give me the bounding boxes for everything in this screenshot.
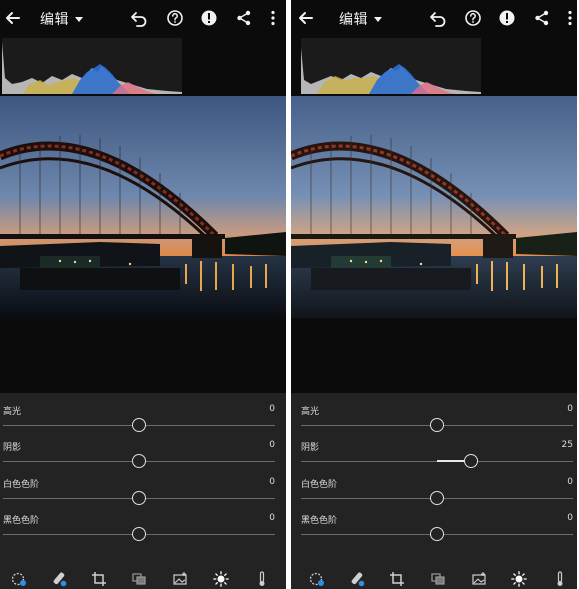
slider-label: 高光: [301, 407, 320, 417]
top-bar: 编辑: [291, 0, 577, 36]
histogram: [2, 38, 182, 94]
slider-label: 高光: [3, 407, 22, 417]
color-temp-icon[interactable]: [254, 571, 270, 587]
slider-blacks[interactable]: 黑色色阶 0: [291, 513, 577, 549]
crop-icon[interactable]: [389, 571, 405, 587]
slider-value: 0: [269, 404, 275, 414]
help-icon[interactable]: [166, 9, 184, 27]
edit-screen-before: 编辑 高光 0 阴影 0 白色色阶 0 黑色色阶 0: [0, 0, 286, 589]
light-adjust-panel: 高光 0 阴影 25 白色色阶 0 黑色色阶 0: [291, 393, 577, 589]
heal-brush-icon[interactable]: [51, 571, 67, 587]
slider-highlights[interactable]: 高光 0: [291, 404, 577, 440]
slider-thumb[interactable]: [430, 527, 444, 541]
page-title: 编辑: [40, 12, 69, 28]
slider-thumb[interactable]: [430, 491, 444, 505]
undo-icon[interactable]: [429, 9, 447, 27]
slider-whites[interactable]: 白色色阶 0: [291, 477, 577, 513]
slider-label: 阴影: [301, 443, 320, 453]
slider-thumb[interactable]: [132, 527, 146, 541]
crop-icon[interactable]: [91, 571, 107, 587]
chevron-down-icon: [75, 16, 83, 22]
slider-value: 0: [269, 477, 275, 487]
selective-icon[interactable]: [172, 571, 188, 587]
slider-value: 0: [269, 513, 275, 523]
share-icon[interactable]: [235, 9, 253, 27]
slider-thumb[interactable]: [430, 418, 444, 432]
back-arrow-icon[interactable]: [4, 9, 22, 27]
slider-blacks[interactable]: 黑色色阶 0: [0, 513, 286, 549]
slider-shadows[interactable]: 阴影 0: [0, 440, 286, 476]
slider-label: 黑色色阶: [3, 516, 40, 526]
help-icon[interactable]: [464, 9, 482, 27]
slider-label: 白色色阶: [301, 480, 338, 490]
slider-thumb[interactable]: [132, 454, 146, 468]
back-arrow-icon[interactable]: [297, 9, 315, 27]
slider-value: 0: [567, 513, 573, 523]
slider-label: 阴影: [3, 443, 22, 453]
layers-icon[interactable]: [131, 571, 147, 587]
selective-icon[interactable]: [471, 571, 487, 587]
presets-icon[interactable]: [309, 571, 325, 587]
edit-screen-after: 编辑 高光 0 阴影 25 白色色阶 0 黑色色阶 0: [291, 0, 577, 589]
slider-thumb[interactable]: [132, 491, 146, 505]
slider-value: 0: [567, 404, 573, 414]
slider-thumb[interactable]: [464, 454, 478, 468]
presets-icon[interactable]: [11, 571, 27, 587]
slider-label: 白色色阶: [3, 480, 40, 490]
bottom-toolbar: [291, 567, 577, 589]
more-vert-icon[interactable]: [565, 9, 575, 27]
alert-icon[interactable]: [200, 9, 218, 27]
alert-icon[interactable]: [498, 9, 516, 27]
top-bar: 编辑: [0, 0, 286, 36]
chevron-down-icon: [374, 16, 382, 22]
bottom-toolbar: [0, 567, 286, 589]
title-dropdown[interactable]: 编辑: [339, 9, 382, 29]
slider-whites[interactable]: 白色色阶 0: [0, 477, 286, 513]
undo-icon[interactable]: [130, 9, 148, 27]
light-adjust-panel: 高光 0 阴影 0 白色色阶 0 黑色色阶 0: [0, 393, 286, 589]
light-icon[interactable]: [213, 571, 229, 587]
share-icon[interactable]: [533, 9, 551, 27]
heal-brush-icon[interactable]: [349, 571, 365, 587]
slider-value: 0: [567, 477, 573, 487]
slider-value: 0: [269, 440, 275, 450]
page-title: 编辑: [339, 12, 368, 28]
color-temp-icon[interactable]: [552, 571, 568, 587]
title-dropdown[interactable]: 编辑: [40, 9, 83, 29]
photo-preview[interactable]: [291, 96, 577, 318]
slider-value: 25: [561, 440, 573, 450]
slider-highlights[interactable]: 高光 0: [0, 404, 286, 440]
light-icon[interactable]: [511, 571, 527, 587]
layers-icon[interactable]: [430, 571, 446, 587]
slider-shadows[interactable]: 阴影 25: [291, 440, 577, 476]
slider-thumb[interactable]: [132, 418, 146, 432]
slider-label: 黑色色阶: [301, 516, 338, 526]
histogram: [301, 38, 481, 94]
photo-preview[interactable]: [0, 96, 286, 318]
more-vert-icon[interactable]: [268, 9, 278, 27]
